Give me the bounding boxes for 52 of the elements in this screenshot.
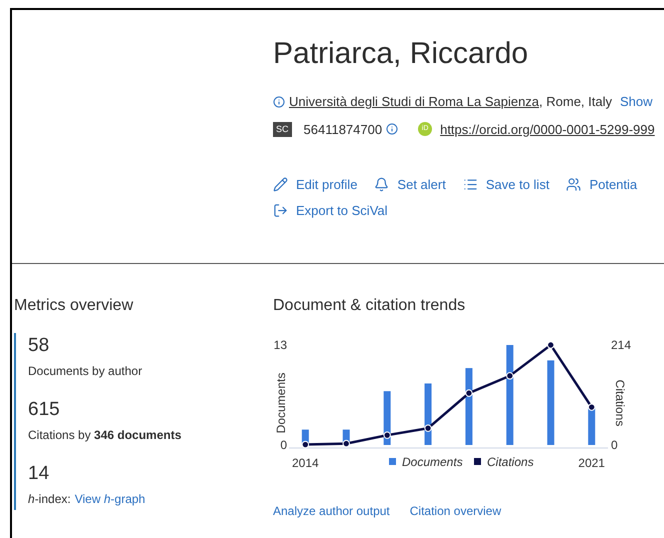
metric-value: 615 xyxy=(28,398,61,422)
axis-tick-label: 0 xyxy=(611,438,618,452)
axis-tick-label: 13 xyxy=(274,338,287,352)
action-link[interactable]: Export to SciVal xyxy=(273,200,388,220)
affiliation-link[interactable]: Università degli Studi di Roma La Sapienza xyxy=(289,94,540,109)
axis-tick-label: 2014 xyxy=(292,456,319,470)
legend-swatch xyxy=(389,458,396,465)
line-point xyxy=(547,341,554,349)
axis-title: Citations xyxy=(613,380,627,426)
metric-label: h-index: xyxy=(28,491,71,508)
section-title: Document & citation trends xyxy=(273,296,466,316)
legend-swatch xyxy=(474,458,481,465)
bar xyxy=(424,383,432,445)
line-point xyxy=(588,403,596,411)
list-icon xyxy=(462,177,478,192)
bell-icon xyxy=(374,177,390,192)
line-point xyxy=(506,372,514,380)
axis-title: Documents xyxy=(274,372,288,434)
metric-value: 14 xyxy=(28,462,50,486)
orcid-link[interactable]: https://orcid.org/0000-0001-5299-999 xyxy=(440,120,655,139)
affiliation-text: Università degli Studi di Roma La Sapienza, Rome, Italy xyxy=(289,93,612,111)
line-point xyxy=(424,424,432,432)
metric-label: Documents by author xyxy=(28,363,142,380)
info-icon xyxy=(386,123,398,136)
chart-link[interactable]: Citation overview xyxy=(410,502,502,520)
export-icon xyxy=(273,202,288,218)
axis-tick-label: 214 xyxy=(611,338,632,352)
show-link[interactable]: Show xyxy=(620,92,653,112)
section-title: Metrics overview xyxy=(14,296,134,316)
author-name: Patriarca, Riccardo xyxy=(273,36,530,72)
action-link[interactable]: Save to list xyxy=(462,175,550,194)
scopus-badge: SC xyxy=(273,122,292,137)
action-link[interactable]: Set alert xyxy=(374,175,446,194)
legend-label: Citations xyxy=(487,455,534,469)
action-link[interactable]: Potentia xyxy=(566,175,638,194)
info-icon xyxy=(273,96,285,108)
axis-tick-label: 2021 xyxy=(578,456,605,470)
line-point xyxy=(465,389,473,397)
line-point xyxy=(383,431,391,439)
legend-label: Documents xyxy=(402,455,463,469)
bar xyxy=(588,406,596,445)
axis-tick-label: 0 xyxy=(280,438,287,452)
action-link[interactable]: Edit profile xyxy=(273,175,358,194)
metric-label: Citations by 346 documents xyxy=(28,427,182,444)
line-point xyxy=(302,440,310,448)
author-id: 56411874700 xyxy=(304,120,382,138)
people-icon xyxy=(566,177,582,192)
line-point xyxy=(342,440,350,448)
pencil-icon xyxy=(273,177,288,192)
chart-link[interactable]: Analyze author output xyxy=(273,502,390,520)
metric-value: 58 xyxy=(28,334,50,358)
h-graph-link[interactable]: View h-graph xyxy=(74,490,146,508)
